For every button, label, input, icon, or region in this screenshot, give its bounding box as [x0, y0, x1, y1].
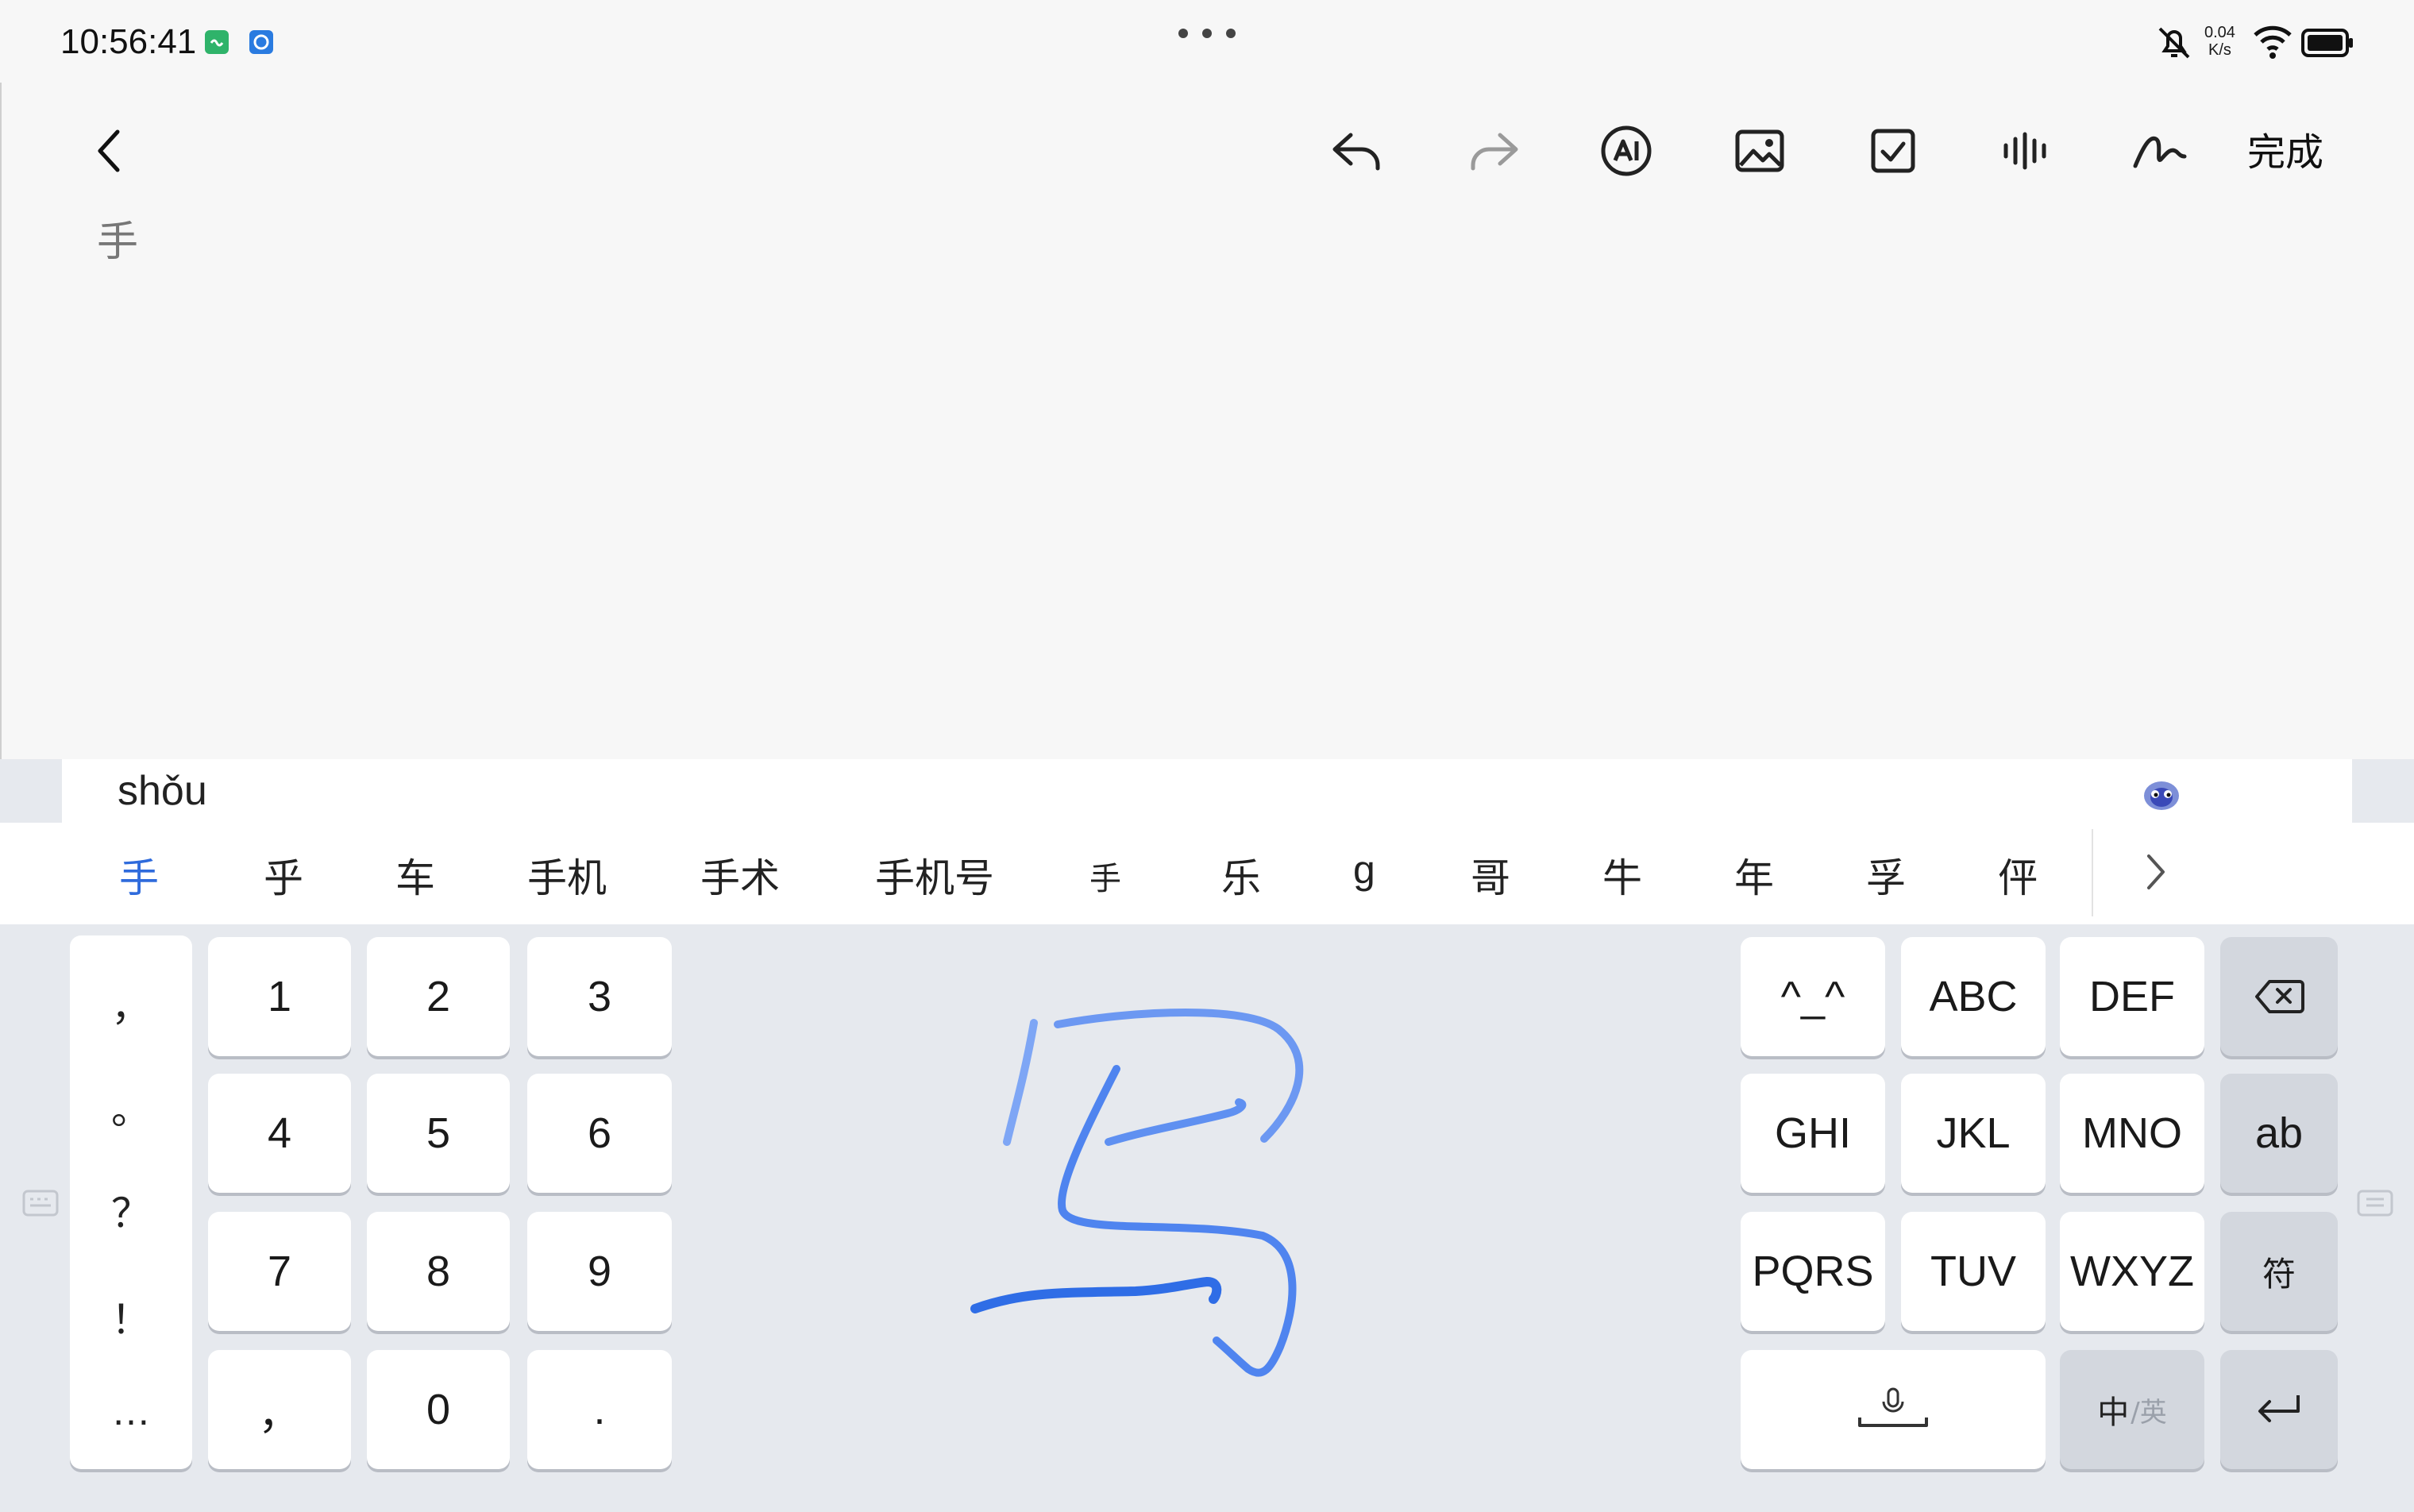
undo-button[interactable] — [1325, 118, 1391, 184]
lang-switch-key[interactable]: 中/英 — [2060, 1350, 2204, 1469]
key-jkl[interactable]: JKL — [1901, 1074, 2046, 1193]
chevron-left-icon — [98, 129, 120, 172]
key-mno[interactable]: MNO — [2060, 1074, 2204, 1193]
candidate-item[interactable]: 年 — [1734, 847, 1774, 904]
num-key-8[interactable]: 8 — [367, 1212, 510, 1331]
candidate-item[interactable]: 手机号 — [875, 847, 994, 904]
space-mic-icon — [1858, 1387, 1928, 1427]
candidate-item[interactable]: 哥 — [1471, 847, 1510, 904]
candidate-item[interactable]: 手 — [119, 847, 159, 904]
key-ghi[interactable]: GHI — [1741, 1074, 1885, 1193]
composition-bar — [62, 759, 2352, 823]
note-text[interactable]: 手 — [97, 208, 138, 268]
candidate-item[interactable]: 手术 — [700, 847, 780, 904]
comma-key[interactable]: ， — [208, 1350, 351, 1469]
checkbox-icon — [1871, 129, 1915, 173]
handwriting-area[interactable] — [691, 934, 1731, 1474]
num-key-3[interactable]: 3 — [527, 937, 672, 1056]
wifi-icon — [2252, 24, 2293, 60]
candidate-divider — [2092, 829, 2093, 916]
key-abc[interactable]: ABC — [1901, 937, 2046, 1056]
punct-key[interactable]: ， — [70, 975, 192, 1032]
done-button[interactable]: 完成 — [2247, 121, 2323, 176]
note-left-divider — [0, 83, 2, 762]
image-button[interactable] — [1726, 118, 1793, 184]
candidate-item[interactable]: 乎 — [264, 847, 303, 904]
checklist-button[interactable] — [1860, 118, 1926, 184]
ime-assistant-icon[interactable] — [2141, 775, 2182, 813]
punctuation-column: ， 。 ？ ！ … — [70, 935, 192, 1469]
app-badge-blue-icon — [249, 30, 273, 54]
candidate-item[interactable]: 手 — [1089, 853, 1121, 899]
period-key[interactable]: . — [527, 1350, 672, 1469]
battery-icon — [2301, 27, 2354, 59]
enter-key[interactable] — [2220, 1350, 2338, 1469]
more-candidates-button[interactable] — [2144, 851, 2168, 893]
punct-key[interactable]: ？ — [70, 1182, 192, 1239]
candidate-item[interactable]: 伻 — [1998, 847, 2038, 904]
ai-icon — [1601, 125, 1652, 176]
num-key-1[interactable]: 1 — [208, 937, 351, 1056]
keyboard-float-right-icon[interactable] — [2357, 1190, 2393, 1217]
back-button[interactable] — [76, 118, 143, 184]
backspace-icon — [2255, 980, 2304, 1013]
candidate-item[interactable]: 手机 — [527, 847, 607, 904]
pinyin-composition: shǒu — [118, 768, 207, 814]
ab-mode-key[interactable]: ab — [2220, 1074, 2338, 1193]
chevron-right-icon — [2147, 854, 2165, 889]
enter-icon — [2258, 1395, 2300, 1422]
handwriting-stroke — [970, 1009, 1304, 1377]
symbol-key[interactable]: 符 — [2220, 1212, 2338, 1331]
ai-button[interactable] — [1593, 118, 1660, 184]
image-icon — [1735, 129, 1784, 172]
num-key-5[interactable]: 5 — [367, 1074, 510, 1193]
net-speed: 0.04 K/s — [2204, 24, 2235, 59]
candidate-item[interactable]: 车 — [395, 847, 435, 904]
candidate-item[interactable]: 牛 — [1602, 847, 1642, 904]
mute-bell-icon — [2154, 24, 2195, 62]
redo-icon — [1471, 133, 1518, 171]
punct-key[interactable]: … — [70, 1388, 192, 1434]
redo-button[interactable] — [1460, 118, 1526, 184]
num-key-9[interactable]: 9 — [527, 1212, 672, 1331]
more-menu-icon[interactable] — [1175, 24, 1239, 43]
num-key-6[interactable]: 6 — [527, 1074, 672, 1193]
status-time: 10:56:41 — [60, 22, 197, 61]
candidate-item[interactable]: g — [1353, 847, 1375, 893]
num-key-2[interactable]: 2 — [367, 937, 510, 1056]
candidate-item[interactable]: 乐 — [1221, 847, 1261, 904]
num-key-7[interactable]: 7 — [208, 1212, 351, 1331]
candidate-item[interactable]: 孚 — [1866, 847, 1906, 904]
voice-wave-icon — [2003, 132, 2046, 170]
handwriting-icon — [2133, 136, 2187, 168]
app-badge-green-icon — [205, 30, 229, 54]
voice-button[interactable] — [1993, 118, 2060, 184]
punct-key[interactable]: ！ — [70, 1288, 192, 1345]
keyboard-float-left-icon[interactable] — [22, 1190, 59, 1217]
lang-sub-label: /英 — [2131, 1396, 2167, 1429]
handwriting-button[interactable] — [2127, 118, 2193, 184]
key-def[interactable]: DEF — [2060, 937, 2204, 1056]
emoticon-key[interactable]: ^_^ — [1741, 937, 1885, 1056]
undo-icon — [1332, 133, 1380, 171]
num-key-4[interactable]: 4 — [208, 1074, 351, 1193]
candidate-bar — [0, 823, 2414, 924]
lang-main-label: 中 — [2097, 1394, 2130, 1431]
space-key[interactable] — [1741, 1350, 2046, 1469]
key-pqrs[interactable]: PQRS — [1741, 1212, 1885, 1331]
backspace-key[interactable] — [2220, 937, 2338, 1056]
punct-key[interactable]: 。 — [70, 1078, 192, 1136]
num-key-0[interactable]: 0 — [367, 1350, 510, 1469]
key-wxyz[interactable]: WXYZ — [2060, 1212, 2204, 1331]
key-tuv[interactable]: TUV — [1901, 1212, 2046, 1331]
